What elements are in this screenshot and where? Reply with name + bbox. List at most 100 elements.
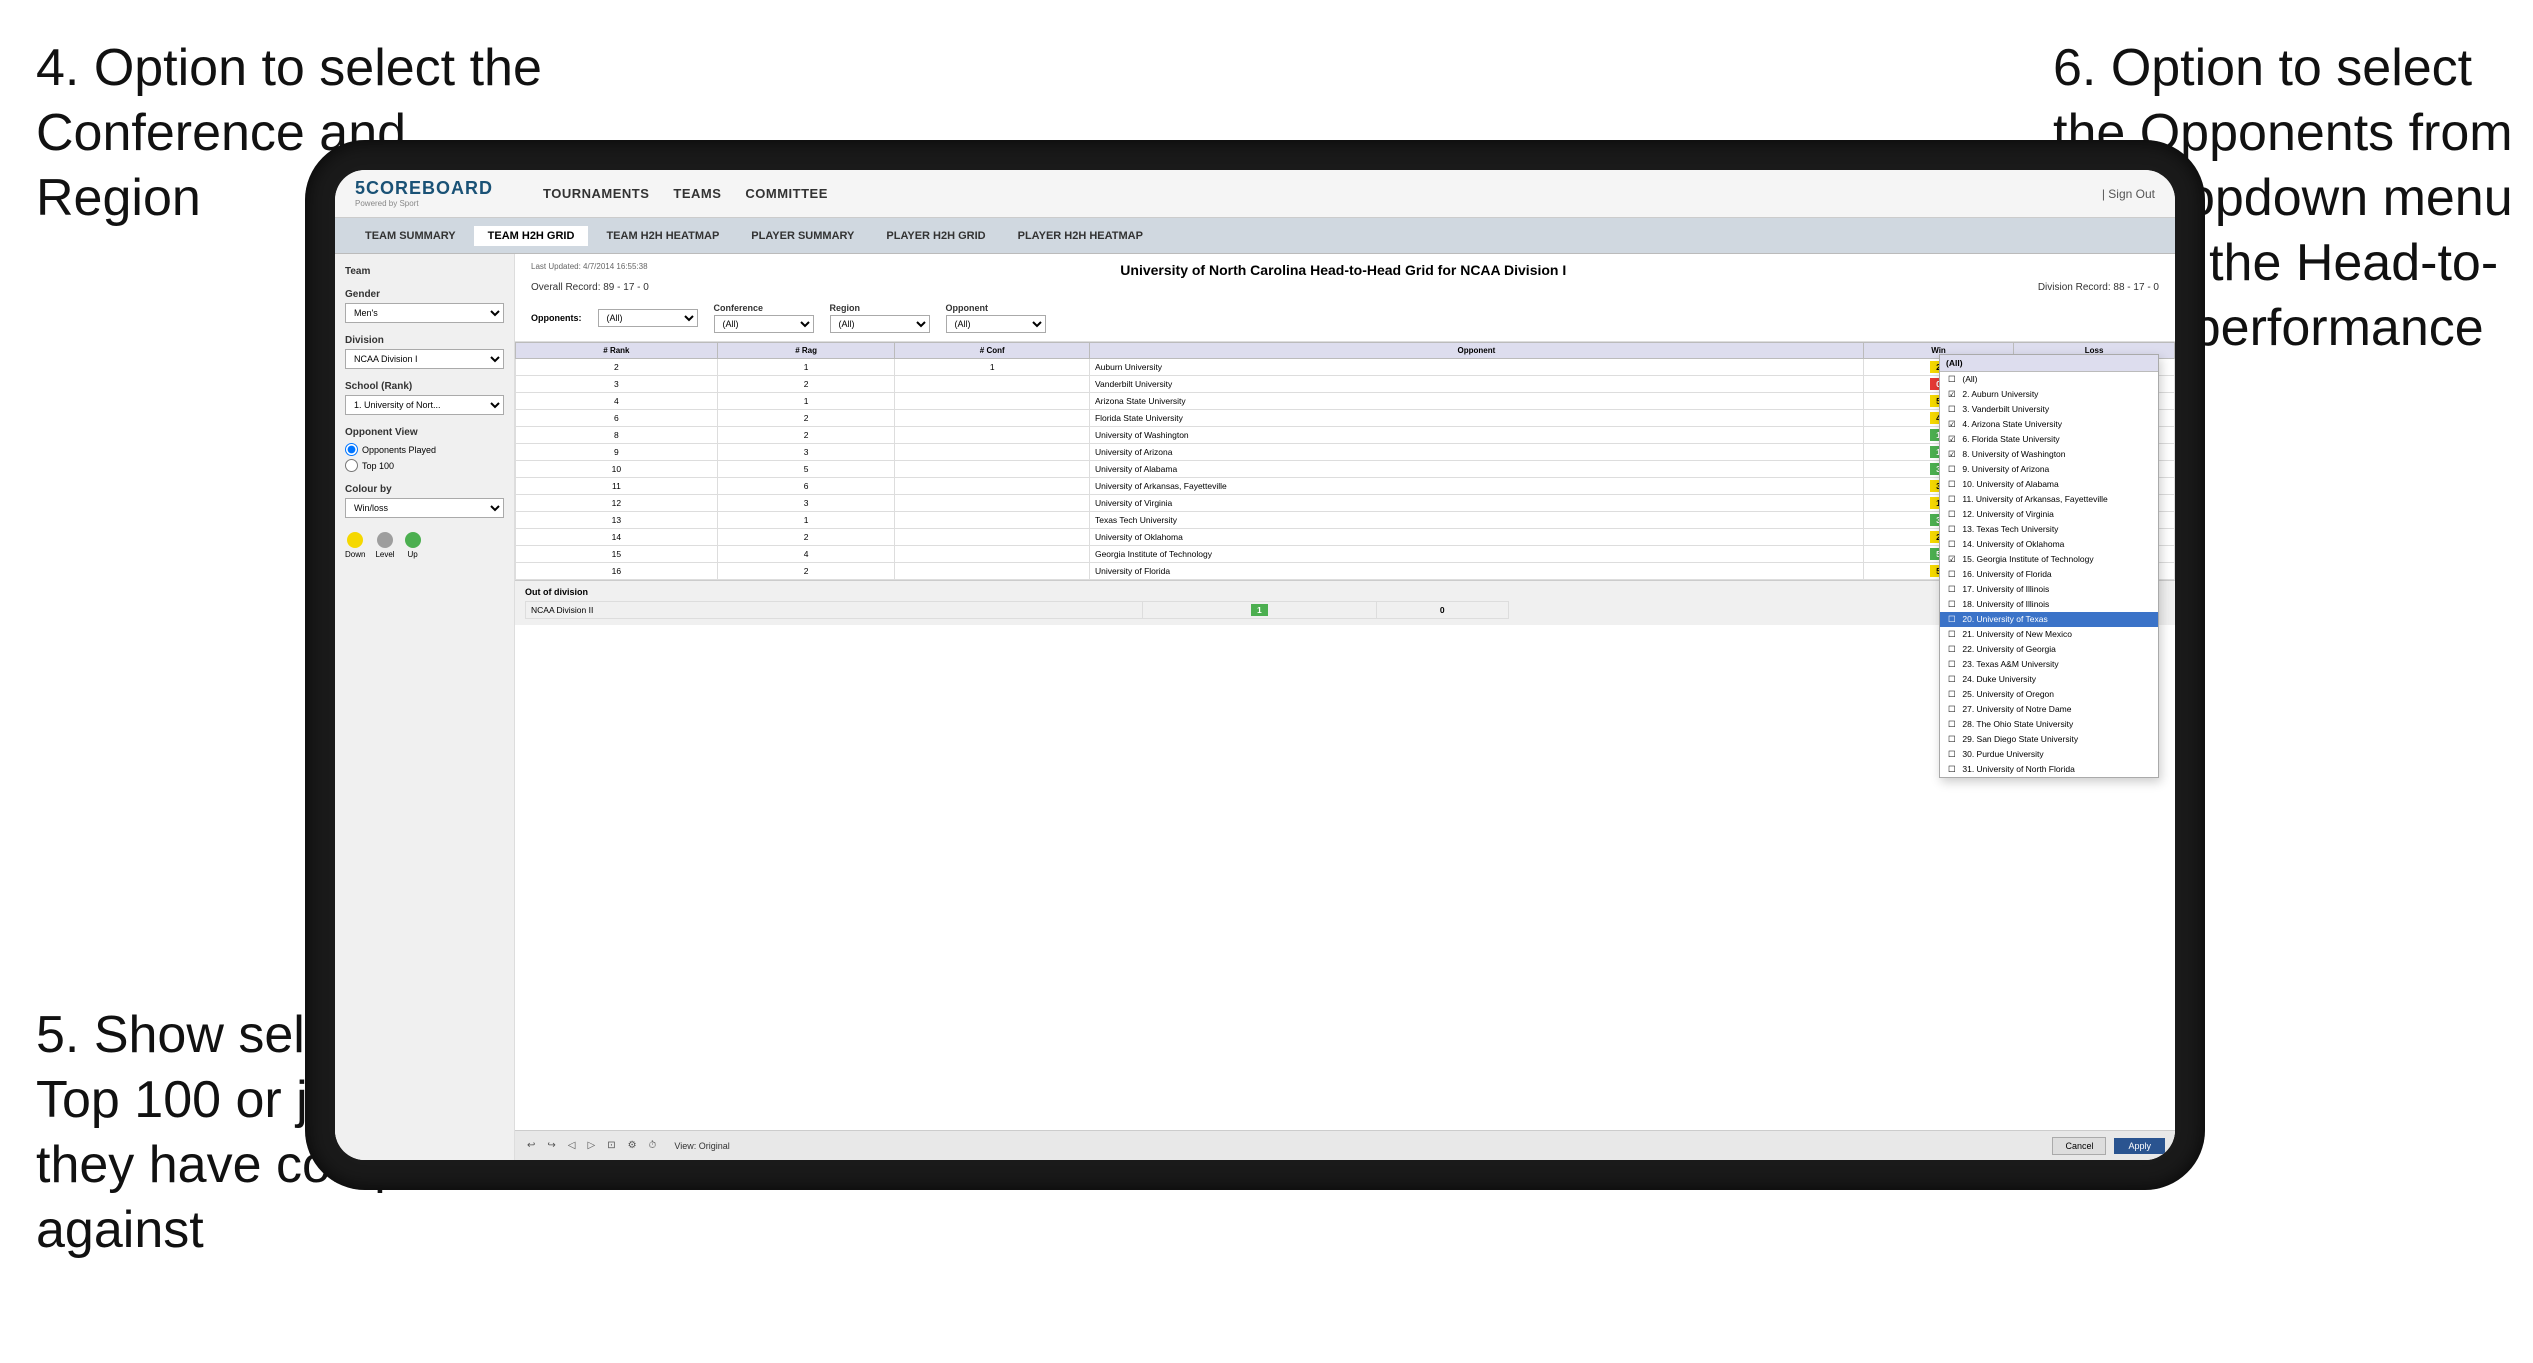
table-row: 15 4 Georgia Institute of Technology 5 0 [516,546,2175,563]
dropdown-item[interactable]: ☐ 20. University of Texas [1940,612,2158,627]
opponent-select[interactable]: (All) [946,315,1046,333]
toolbar-redo[interactable]: ↪ [545,1140,557,1151]
sidebar-division-select[interactable]: NCAA Division I [345,349,504,369]
dropdown-item[interactable]: ☐ 13. Texas Tech University [1940,522,2158,537]
toolbar-undo[interactable]: ↩ [525,1140,537,1151]
sidebar-opponent-view-label: Opponent View [345,427,504,438]
table-row: 9 3 University of Arizona 1 0 [516,444,2175,461]
dropdown-item[interactable]: ☐ 12. University of Virginia [1940,507,2158,522]
sidebar-team-field: Team [345,266,504,277]
legend-level: Level [375,532,394,559]
tablet-screen: 5COREBOARD Powered by Sport TOURNAMENTS … [335,170,2175,1160]
dropdown-item[interactable]: ☐ 21. University of New Mexico [1940,627,2158,642]
filter-opponents: (All) [598,309,698,327]
table-row: 3 2 Vanderbilt University 0 4 [516,376,2175,393]
sidebar-gender-select[interactable]: Men's [345,303,504,323]
opponent-dropdown[interactable]: (All) ☐ (All)☑ 2. Auburn University☐ 3. … [1939,354,2159,778]
conference-select[interactable]: (All) [714,315,814,333]
subnav-player-summary[interactable]: PLAYER SUMMARY [737,226,868,246]
sidebar-school-label: School (Rank) [345,381,504,392]
grid-records: Overall Record: 89 - 17 - 0 Division Rec… [531,282,2159,293]
dropdown-item[interactable]: ☐ 17. University of Illinois [1940,582,2158,597]
sidebar: Team Gender Men's Division NCAA Division… [335,254,515,1160]
toolbar-settings[interactable]: ⚙ [626,1140,639,1151]
nav-links: TOURNAMENTS TEAMS COMMITTEE [543,186,828,201]
dropdown-item[interactable]: ☐ 28. The Ohio State University [1940,717,2158,732]
dropdown-item[interactable]: ☐ 16. University of Florida [1940,567,2158,582]
opponents-select[interactable]: (All) [598,309,698,327]
col-opponent: Opponent [1089,343,1863,359]
dropdown-item[interactable]: ☑ 8. University of Washington [1940,447,2158,462]
bottom-toolbar: ↩ ↪ ◁ ▷ ⊡ ⚙ ⏱ View: Original Cancel Appl… [515,1130,2175,1160]
filter-row: Opponents: (All) Conference (All) [531,299,2159,337]
color-legend: Down Level Up [345,532,504,559]
radio-top100[interactable]: Top 100 [345,459,504,472]
table-row: 11 6 University of Arkansas, Fayettevill… [516,478,2175,495]
sidebar-team-label: Team [345,266,504,277]
grid-header: Last Updated: 4/7/2014 16:55:38 Universi… [515,254,2175,342]
dropdown-item[interactable]: ☑ 15. Georgia Institute of Technology [1940,552,2158,567]
out-of-division: Out of division NCAA Division II 1 0 [515,580,2175,625]
region-select[interactable]: (All) [830,315,930,333]
h2h-table: # Rank # Rag # Conf Opponent Win Loss 2 … [515,342,2175,580]
sidebar-colour-field: Colour by Win/loss [345,484,504,518]
toolbar-forward[interactable]: ▷ [585,1140,597,1151]
tablet-device: 5COREBOARD Powered by Sport TOURNAMENTS … [305,140,2205,1190]
dropdown-item[interactable]: ☐ 11. University of Arkansas, Fayettevil… [1940,492,2158,507]
subnav-team-summary[interactable]: TEAM SUMMARY [351,226,470,246]
sub-nav: TEAM SUMMARY TEAM H2H GRID TEAM H2H HEAT… [335,218,2175,254]
dropdown-item[interactable]: ☐ 30. Purdue University [1940,747,2158,762]
sidebar-gender-label: Gender [345,289,504,300]
dropdown-item[interactable]: ☐ 23. Texas A&M University [1940,657,2158,672]
last-updated: Last Updated: 4/7/2014 16:55:38 [531,262,648,271]
table-row: NCAA Division II 1 0 [526,602,1509,619]
dropdown-item[interactable]: ☐ 9. University of Arizona [1940,462,2158,477]
sidebar-colour-select[interactable]: Win/loss [345,498,504,518]
table-row: 13 1 Texas Tech University 3 0 [516,512,2175,529]
nav-teams[interactable]: TEAMS [673,186,721,201]
sidebar-colour-label: Colour by [345,484,504,495]
app-header: 5COREBOARD Powered by Sport TOURNAMENTS … [335,170,2175,218]
logo: 5COREBOARD Powered by Sport [355,179,493,208]
toolbar-time[interactable]: ⏱ [647,1140,659,1151]
nav-signout[interactable]: | Sign Out [2102,187,2155,201]
legend-up: Up [405,532,421,559]
view-label: View: Original [674,1141,729,1151]
col-rank: # Rank [516,343,718,359]
dropdown-item[interactable]: ☐ 31. University of North Florida [1940,762,2158,777]
cancel-button[interactable]: Cancel [2052,1137,2106,1155]
apply-button[interactable]: Apply [2114,1138,2165,1154]
table-row: 6 2 Florida State University 4 2 [516,410,2175,427]
dropdown-header: (All) [1940,355,2158,372]
nav-tournaments[interactable]: TOURNAMENTS [543,186,649,201]
dropdown-item[interactable]: ☐ 14. University of Oklahoma [1940,537,2158,552]
out-label: Out of division [525,587,2165,597]
col-rag: # Rag [717,343,895,359]
sidebar-school-select[interactable]: 1. University of Nort... [345,395,504,415]
subnav-player-h2h-grid[interactable]: PLAYER H2H GRID [872,226,999,246]
subnav-team-h2h-grid[interactable]: TEAM H2H GRID [474,226,589,246]
toolbar-back[interactable]: ◁ [566,1140,578,1151]
dropdown-item[interactable]: ☐ 25. University of Oregon [1940,687,2158,702]
nav-committee[interactable]: COMMITTEE [745,186,828,201]
dropdown-item[interactable]: ☐ 24. Duke University [1940,672,2158,687]
dropdown-item[interactable]: ☐ 10. University of Alabama [1940,477,2158,492]
dropdown-item[interactable]: ☑ 2. Auburn University [1940,387,2158,402]
dropdown-item[interactable]: ☐ 29. San Diego State University [1940,732,2158,747]
dropdown-item[interactable]: ☐ 22. University of Georgia [1940,642,2158,657]
dropdown-item[interactable]: ☑ 4. Arizona State University [1940,417,2158,432]
radio-opponents-played[interactable]: Opponents Played [345,443,504,456]
sidebar-division-label: Division [345,335,504,346]
filter-opponent: Opponent (All) [946,303,1046,333]
dropdown-item[interactable]: ☑ 6. Florida State University [1940,432,2158,447]
dropdown-item[interactable]: ☐ 3. Vanderbilt University [1940,402,2158,417]
subnav-player-h2h-heatmap[interactable]: PLAYER H2H HEATMAP [1004,226,1157,246]
grid-title: University of North Carolina Head-to-Hea… [1120,262,1566,278]
toolbar-crop[interactable]: ⊡ [605,1140,617,1151]
dropdown-item[interactable]: ☐ (All) [1940,372,2158,387]
col-conf: # Conf [895,343,1089,359]
table-row: 8 2 University of Washington 1 0 [516,427,2175,444]
dropdown-item[interactable]: ☐ 18. University of Illinois [1940,597,2158,612]
dropdown-item[interactable]: ☐ 27. University of Notre Dame [1940,702,2158,717]
subnav-team-h2h-heatmap[interactable]: TEAM H2H HEATMAP [592,226,733,246]
